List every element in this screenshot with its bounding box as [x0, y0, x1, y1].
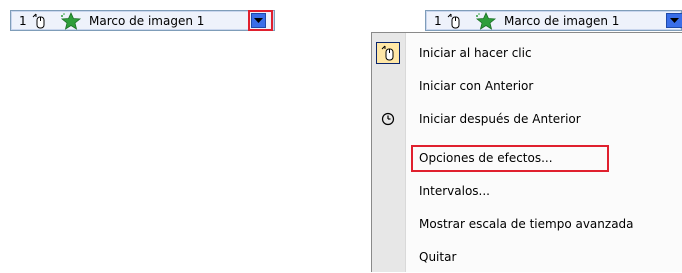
animation-item-bar-right[interactable]: 1 Marco de imagen 1	[425, 10, 682, 31]
animation-order-number: 1	[19, 13, 27, 28]
menu-item-label: Iniciar después de Anterior	[419, 112, 581, 126]
animation-order-number: 1	[434, 13, 442, 28]
mouse-click-icon	[447, 13, 460, 28]
menu-item-label: Iniciar con Anterior	[419, 79, 534, 93]
mouse-click-icon	[32, 13, 45, 28]
highlight-box-dropdown	[248, 10, 273, 31]
menu-item-label: Intervalos...	[419, 184, 490, 198]
chevron-down-icon	[670, 17, 679, 23]
menu-item-timing[interactable]: Intervalos...	[372, 175, 682, 207]
effect-entrance-star-icon	[60, 11, 82, 30]
menu-item-start-on-click[interactable]: Iniciar al hacer clic	[372, 37, 682, 69]
effect-name: Marco de imagen 1	[89, 13, 205, 28]
menu-item-show-advanced-timeline[interactable]: Mostrar escala de tiempo avanzada	[372, 208, 682, 240]
animation-item-bar-left[interactable]: 1 Marco de imagen 1	[10, 10, 275, 31]
menu-item-start-after-previous[interactable]: Iniciar después de Anterior	[372, 103, 682, 135]
menu-item-label: Mostrar escala de tiempo avanzada	[419, 217, 634, 231]
menu-item-start-with-previous[interactable]: Iniciar con Anterior	[372, 70, 682, 102]
effect-name: Marco de imagen 1	[504, 13, 620, 28]
effect-entrance-star-icon	[475, 11, 497, 30]
menu-item-remove[interactable]: Quitar	[372, 241, 682, 273]
highlight-box-effect-options	[411, 145, 609, 172]
clock-icon	[376, 108, 400, 130]
dropdown-button[interactable]	[666, 13, 682, 28]
mouse-click-icon	[376, 42, 400, 64]
menu-item-label: Quitar	[419, 250, 457, 264]
menu-item-label: Iniciar al hacer clic	[419, 46, 532, 60]
